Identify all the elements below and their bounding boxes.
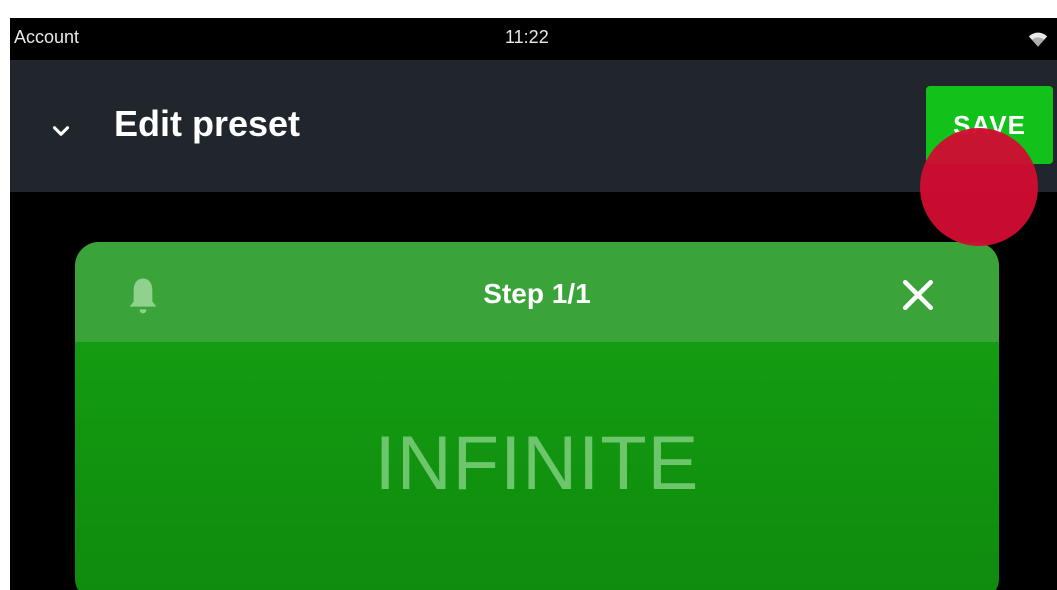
touch-indicator [920,128,1038,246]
step-counter: Step 1/1 [483,278,591,309]
step-card-body[interactable]: INFINITE [75,342,999,590]
clock: 11:22 [505,27,549,47]
close-icon[interactable] [901,278,935,312]
chevron-down-icon[interactable] [48,118,74,144]
step-card-header: Step 1/1 [75,242,999,342]
status-bar: Account 11:22 [10,18,1057,60]
duration-value: INFINITE [374,421,700,506]
account-label: Account [14,27,80,47]
app-bar: Edit preset SAVE [10,60,1057,192]
step-card: Step 1/1 INFINITE [75,242,999,590]
device-screen: Account 11:22 Edit preset SAVE Step 1/1 … [10,18,1057,590]
wifi-icon [1028,32,1048,47]
page-title: Edit preset [114,103,301,144]
